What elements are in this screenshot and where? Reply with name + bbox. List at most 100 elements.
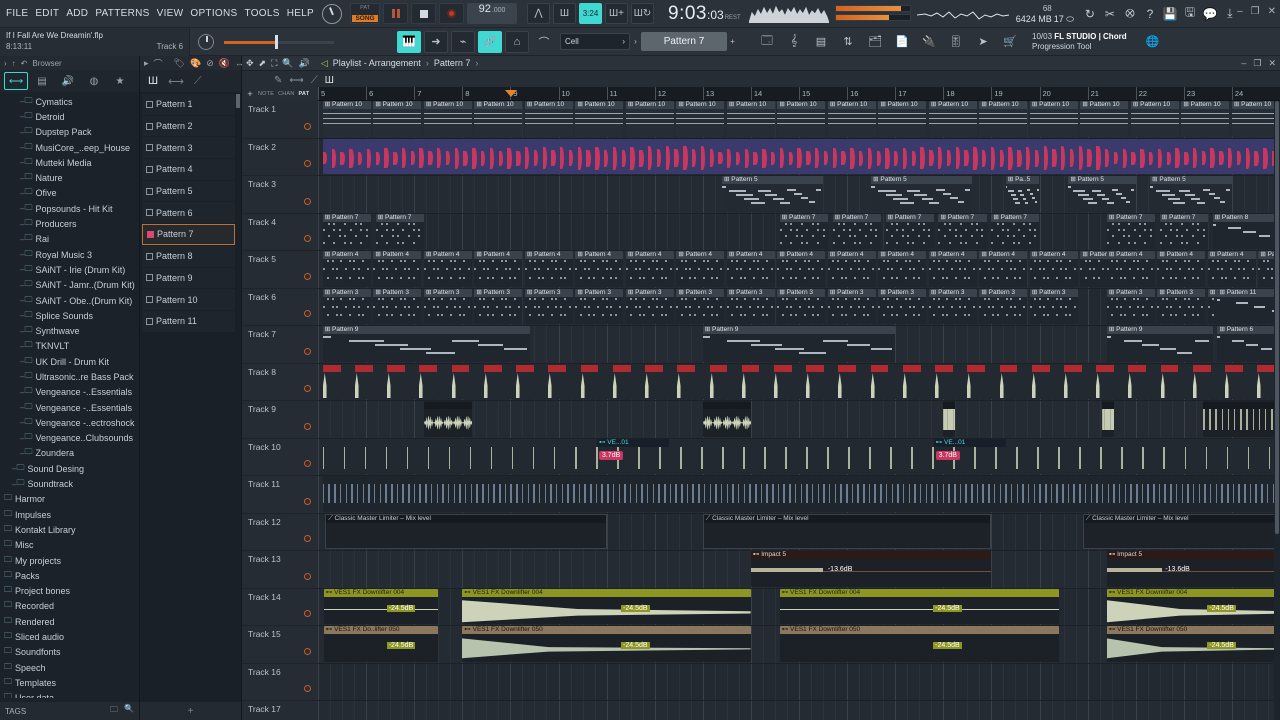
picker-disable-icon[interactable]: ⊘ <box>206 58 214 69</box>
track-row[interactable]: ⟋ Classic Master Limiter – Mix level ⟋ Cl… <box>318 513 1280 551</box>
pattern-clip[interactable]: ⊞ Pattern 10 <box>322 101 371 137</box>
audio-clip[interactable]: ⊷ VES1 FX Downlifter 004 -24.5dB <box>462 588 751 624</box>
pattern-clip[interactable]: ⊞ Pattern 4 <box>423 251 472 287</box>
pattern-clip[interactable]: ⊞ Pattern 4 <box>979 251 1028 287</box>
browser-item[interactable]: 🗀 My projects <box>0 553 139 568</box>
pattern-clip[interactable]: ⊞ Pattern 7 <box>832 213 881 249</box>
pattern-clip[interactable]: ⊞ Pattern 3 <box>1106 288 1155 324</box>
audio-clip[interactable]: ⊷ VES1 FX Downlifter 050 -24.5dB <box>462 626 751 662</box>
track-record-dot[interactable] <box>304 347 311 355</box>
breadcrumb-playlist[interactable]: Playlist - Arrangement <box>333 58 421 68</box>
playlist-grid[interactable]: ✎⊞ If I Fall ARE WE DREAMING, Quavo, Ty … <box>318 101 1280 720</box>
playlist-tool-draw-icon[interactable]: ✎ <box>274 75 282 86</box>
track-record-dot[interactable] <box>304 535 311 542</box>
pattern-clip[interactable]: ⊞ Pattern 7 <box>375 213 424 249</box>
speaker-icon[interactable]: 🔊 <box>56 72 80 90</box>
pattern-clip[interactable]: ⊞ Pattern 3 <box>524 288 573 324</box>
browser-item[interactable]: – 🗀 Zoundera <box>0 446 139 461</box>
draw-tool-icon[interactable]: ➜ <box>424 30 448 53</box>
pattern-clip[interactable]: ⊞ Pattern 10 <box>474 101 523 137</box>
pattern-clip[interactable]: ⊞ Pattern 3 <box>979 288 1028 324</box>
track-record-dot[interactable] <box>304 310 311 317</box>
pattern-clip[interactable]: ⊞ Pattern 10 <box>575 101 624 137</box>
audio-clip[interactable]: ⊷ VES1 FX Downlifter 050 -24.5dB <box>779 626 1059 662</box>
pattern-list-item[interactable]: Pattern 2 <box>142 115 235 137</box>
pitch-knob[interactable] <box>198 33 214 50</box>
pattern-clip[interactable]: ⊞ Pattern 10 <box>1181 101 1230 137</box>
star-icon[interactable]: ★ <box>108 72 132 90</box>
menu-item-help[interactable]: HELP <box>287 8 314 19</box>
pattern-clip[interactable]: ⊞ Pattern 10 <box>979 101 1028 137</box>
breadcrumb-pattern[interactable]: Pattern 7 <box>434 58 471 68</box>
browser-item[interactable]: – 🗀 Vengeance..Clubsounds <box>0 431 139 446</box>
picker-add-button[interactable]: + <box>140 702 241 720</box>
pattern-clip[interactable]: ⊞ Pattern 4 <box>575 251 624 287</box>
audio-clip[interactable] <box>1203 401 1280 437</box>
picker-tab-audio[interactable]: ⟷ <box>168 75 184 88</box>
pattern-list-item[interactable]: Pattern 8 <box>142 245 235 267</box>
pattern-clip[interactable]: ⊞ Pattern 4 <box>1029 251 1078 287</box>
search-icon[interactable]: 🔍 <box>124 704 134 718</box>
track-header[interactable]: Track 17 <box>242 701 318 720</box>
tempo-tap-icon[interactable]: ➤ <box>971 31 995 53</box>
automation-clip[interactable]: ⟋ Classic Master Limiter – Mix level <box>702 513 992 549</box>
pattern-list-item[interactable]: Pattern 3 <box>142 137 235 159</box>
browser-item[interactable]: – 🗀 Synthwave <box>0 323 139 338</box>
pattern-clip[interactable]: ⊞ Pattern 6 <box>1217 326 1280 362</box>
picker-headphone-icon[interactable]: ⌒ <box>154 57 163 70</box>
audio-clip-lane[interactable] <box>322 438 1280 474</box>
effects-icon[interactable]: 🎚 <box>944 31 968 53</box>
pattern-clip[interactable]: ⊞ Pattern 10 <box>373 101 422 137</box>
track-header[interactable]: Track 13 <box>242 551 318 589</box>
pattern-clip[interactable]: ⊞ Pattern 7 <box>779 213 828 249</box>
track-row[interactable]: ⊞ Pattern 7 ⊞ Pattern 7 ⊞ Pattern 7 ⊞ Patte… <box>318 213 1280 251</box>
project-picker-icon[interactable]: 📄 <box>890 31 914 53</box>
pattern-clip[interactable]: ⊞ Pa..5 <box>1005 176 1040 212</box>
track-record-dot[interactable] <box>304 572 311 580</box>
browser-item[interactable]: 🗀 Speech <box>0 660 139 675</box>
pattern-clip[interactable]: ⊞ Pattern 11 <box>1217 288 1280 324</box>
pattern-clip[interactable]: ⊞ Pattern 7 <box>322 213 371 249</box>
add-step-icon[interactable]: Ш+ <box>605 3 629 24</box>
pattern-clip[interactable]: ⊞ Pattern 10 <box>1231 101 1280 137</box>
audio-clip[interactable]: ⊷ VES1 FX Downlifter 004 -24.5dB <box>1106 588 1280 624</box>
picker-mute-icon[interactable]: 🔇 <box>219 58 230 69</box>
master-volume-knob[interactable] <box>322 3 343 24</box>
wait-for-input-icon[interactable]: Ш <box>553 3 577 24</box>
track-row[interactable]: ⊞ Pattern 5 ⊞ Pattern 5 ⊞ Pa..5 ⊞ Pattern 5… <box>318 176 1280 214</box>
browser-item[interactable]: – 🗀 Royal Music 3 <box>0 247 139 262</box>
minimize-icon[interactable]: – <box>1237 6 1243 17</box>
track-row[interactable]: ⊷ VES1 FX Do..lifter 050 -24.5dB ⊷ VES1 FX… <box>318 626 1280 664</box>
plugin-picker-icon[interactable]: 🔌 <box>917 31 941 53</box>
pattern-clip[interactable]: ⊞ Pattern 10 <box>423 101 472 137</box>
track-row[interactable]: ⊷ VES1 FX Downlifter 004 -24.5dB ⊷ VES1 FX… <box>318 588 1280 626</box>
track-row[interactable] <box>318 476 1280 514</box>
snap-value-button[interactable]: 3:24 <box>579 3 603 24</box>
loop-record-icon[interactable]: Ш↻ <box>631 3 655 24</box>
save-as-icon[interactable]: 🖫 <box>1182 5 1198 23</box>
pattern-clip[interactable]: ⊞ Pattern 4 <box>373 251 422 287</box>
pattern-clip[interactable]: ⊞ Pattern 10 <box>1029 101 1078 137</box>
pattern-list-item[interactable]: Pattern 1 <box>142 94 235 115</box>
browser-item[interactable]: 🗀 Templates <box>0 675 139 690</box>
pattern-clip[interactable]: ⊞ Pattern 4 <box>928 251 977 287</box>
piano-roll-icon[interactable]: 🎹 <box>397 30 421 53</box>
track-record-dot[interactable] <box>304 235 311 242</box>
pattern-clip[interactable]: ⊞ Pattern 10 <box>1130 101 1179 137</box>
track-header[interactable]: Track 11 <box>242 476 318 514</box>
maximize-icon[interactable]: ❐ <box>1251 6 1260 17</box>
pattern-clip[interactable]: ⊞ Pattern 3 <box>322 288 371 324</box>
track-header[interactable]: Track 15 <box>242 626 318 664</box>
playlist-minimize-icon[interactable]: – <box>1241 58 1246 69</box>
pattern-clip[interactable]: ⊞ Pattern 4 <box>625 251 674 287</box>
playlist-vertical-scrollbar[interactable] <box>1274 101 1280 720</box>
browser-item[interactable]: 🗀 Misc <box>0 538 139 553</box>
track-record-dot[interactable] <box>304 610 311 617</box>
pattern-clip[interactable]: ⊞ Pattern 7 <box>1159 213 1208 249</box>
pattern-clip[interactable]: ⊞ Pattern 5 <box>871 176 973 212</box>
track-record-dot[interactable] <box>304 422 311 430</box>
browser-tree[interactable]: – 🗀 Cymatics – 🗀 Detroid – 🗀 Dupstep Pack – 🗀 MusiC… <box>0 92 139 698</box>
pattern-clip[interactable]: ⊞ Pattern 5 <box>1068 176 1136 212</box>
track-header[interactable]: Track 16 <box>242 663 318 701</box>
pattern-clip[interactable]: ⊞ Pattern 3 <box>1157 288 1206 324</box>
